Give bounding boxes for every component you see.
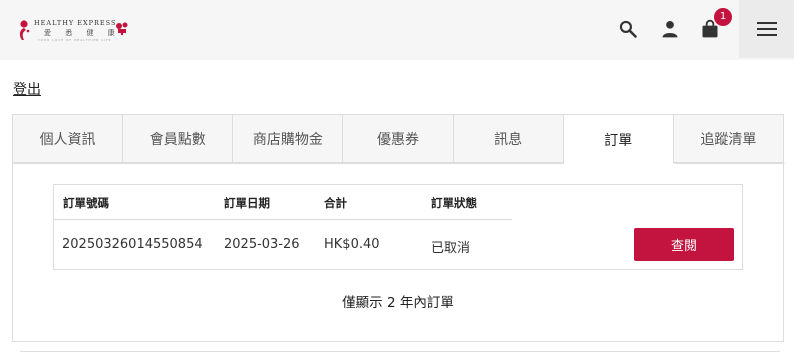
tab-coupons[interactable]: 優惠券 (342, 114, 453, 163)
tab-profile[interactable]: 個人資訊 (12, 114, 123, 163)
orders-panel: 訂單號碼 訂單日期 合計 訂單狀態 20250326014550854 2025… (12, 163, 785, 342)
footer-divider (20, 351, 780, 352)
search-button[interactable] (615, 16, 641, 42)
brand-logo[interactable]: HEALTHY EXPRESS 愛 悉 健 康 YOUR LOVE OF HEA… (14, 16, 134, 44)
hamburger-menu-icon (756, 22, 777, 36)
column-header-total: 合計 (324, 196, 347, 210)
user-icon (662, 21, 678, 38)
column-header-order-no: 訂單號碼 (63, 196, 109, 210)
panel-divider (13, 163, 564, 164)
account-tabs: 個人資訊 會員點數 商店購物金 優惠券 訊息 訂單 追蹤清單 (12, 114, 784, 164)
account-button[interactable] (657, 16, 683, 42)
column-header-order-date: 訂單日期 (224, 196, 270, 210)
tab-wishlist[interactable]: 追蹤清單 (672, 114, 784, 163)
logo-seal-icon (116, 22, 128, 36)
tab-messages[interactable]: 訊息 (452, 114, 563, 163)
menu-button[interactable] (739, 0, 794, 58)
logo-tagline: YOUR LOVE OF HEALTHIER LIFE (38, 38, 112, 42)
order-total: HK$0.40 (324, 237, 380, 252)
site-header: HEALTHY EXPRESS 愛 悉 健 康 YOUR LOVE OF HEA… (0, 0, 794, 60)
logout-link[interactable]: 登出 (13, 79, 41, 99)
tab-orders[interactable]: 訂單 (562, 114, 673, 164)
logo-text-zh: 愛 悉 健 康 (44, 29, 121, 37)
table-header: 訂單號碼 訂單日期 合計 訂單狀態 (54, 185, 512, 220)
cart-count-badge: 1 (714, 8, 732, 26)
orders-table: 訂單號碼 訂單日期 合計 訂單狀態 20250326014550854 2025… (53, 184, 743, 270)
logo-mark-icon (19, 20, 30, 40)
tab-member-points[interactable]: 會員點數 (122, 114, 233, 163)
panel-divider (674, 163, 785, 164)
order-status: 已取消 (431, 241, 471, 256)
tab-store-credit[interactable]: 商店購物金 (232, 114, 343, 163)
order-date: 2025-03-26 (224, 237, 300, 252)
column-header-status: 訂單狀態 (431, 196, 477, 210)
logo-text-en: HEALTHY EXPRESS (34, 19, 117, 27)
orders-retention-note: 僅顯示 2 年內訂單 (342, 295, 454, 311)
view-order-button[interactable]: 查閱 (634, 228, 734, 261)
search-icon (619, 20, 637, 38)
order-number: 20250326014550854 (62, 237, 203, 252)
